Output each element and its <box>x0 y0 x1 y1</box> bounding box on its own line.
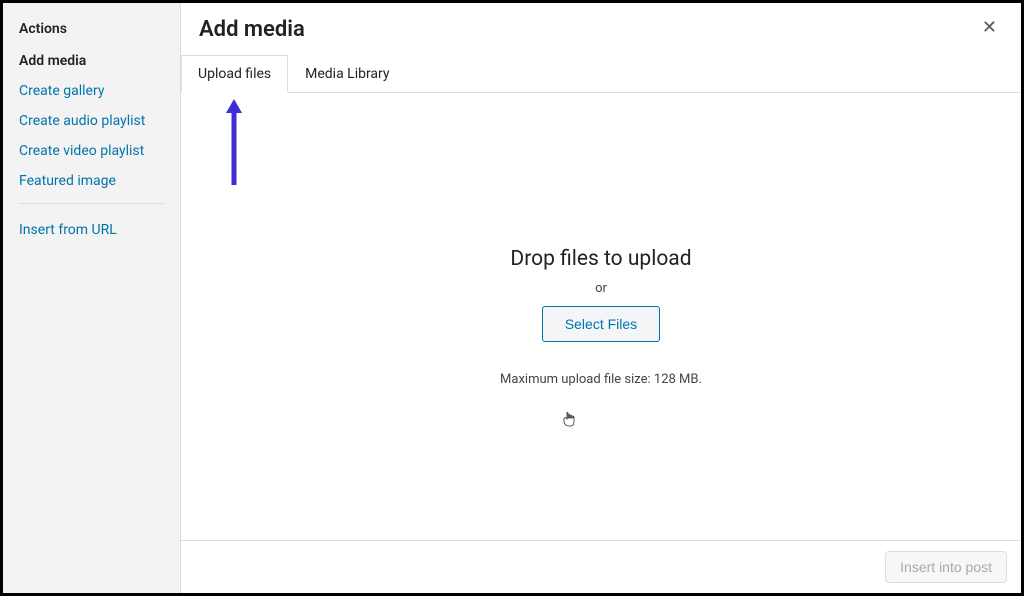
sidebar-divider <box>19 203 164 204</box>
insert-into-post-button[interactable]: Insert into post <box>885 551 1007 583</box>
sidebar-item-add-media[interactable]: Add media <box>19 53 164 69</box>
select-files-button[interactable]: Select Files <box>542 306 660 342</box>
modal-title: Add media <box>199 17 305 42</box>
sidebar-item-create-audio-playlist[interactable]: Create audio playlist <box>19 113 164 129</box>
drop-or-label: or <box>595 281 607 296</box>
close-icon[interactable]: ✕ <box>976 17 1003 39</box>
upload-area: Drop files to upload or Select Files Max… <box>181 93 1021 540</box>
sidebar-item-insert-from-url[interactable]: Insert from URL <box>19 222 164 238</box>
sidebar-heading: Actions <box>19 21 164 37</box>
drop-files-title: Drop files to upload <box>510 247 691 271</box>
main-panel: Add media ✕ Upload files Media Library D… <box>181 3 1021 593</box>
sidebar-item-create-gallery[interactable]: Create gallery <box>19 83 164 99</box>
actions-sidebar: Actions Add media Create gallery Create … <box>3 3 181 593</box>
max-upload-note: Maximum upload file size: 128 MB. <box>500 372 702 387</box>
sidebar-item-create-video-playlist[interactable]: Create video playlist <box>19 143 164 159</box>
tabs: Upload files Media Library <box>181 54 1021 93</box>
modal-footer: Insert into post <box>181 540 1021 593</box>
tab-upload-files[interactable]: Upload files <box>181 55 288 93</box>
annotation-arrow-icon <box>225 99 243 185</box>
tab-media-library[interactable]: Media Library <box>288 55 406 93</box>
sidebar-item-featured-image[interactable]: Featured image <box>19 173 164 189</box>
cursor-pointer-icon <box>561 411 577 427</box>
modal-header: Add media ✕ <box>181 3 1021 54</box>
